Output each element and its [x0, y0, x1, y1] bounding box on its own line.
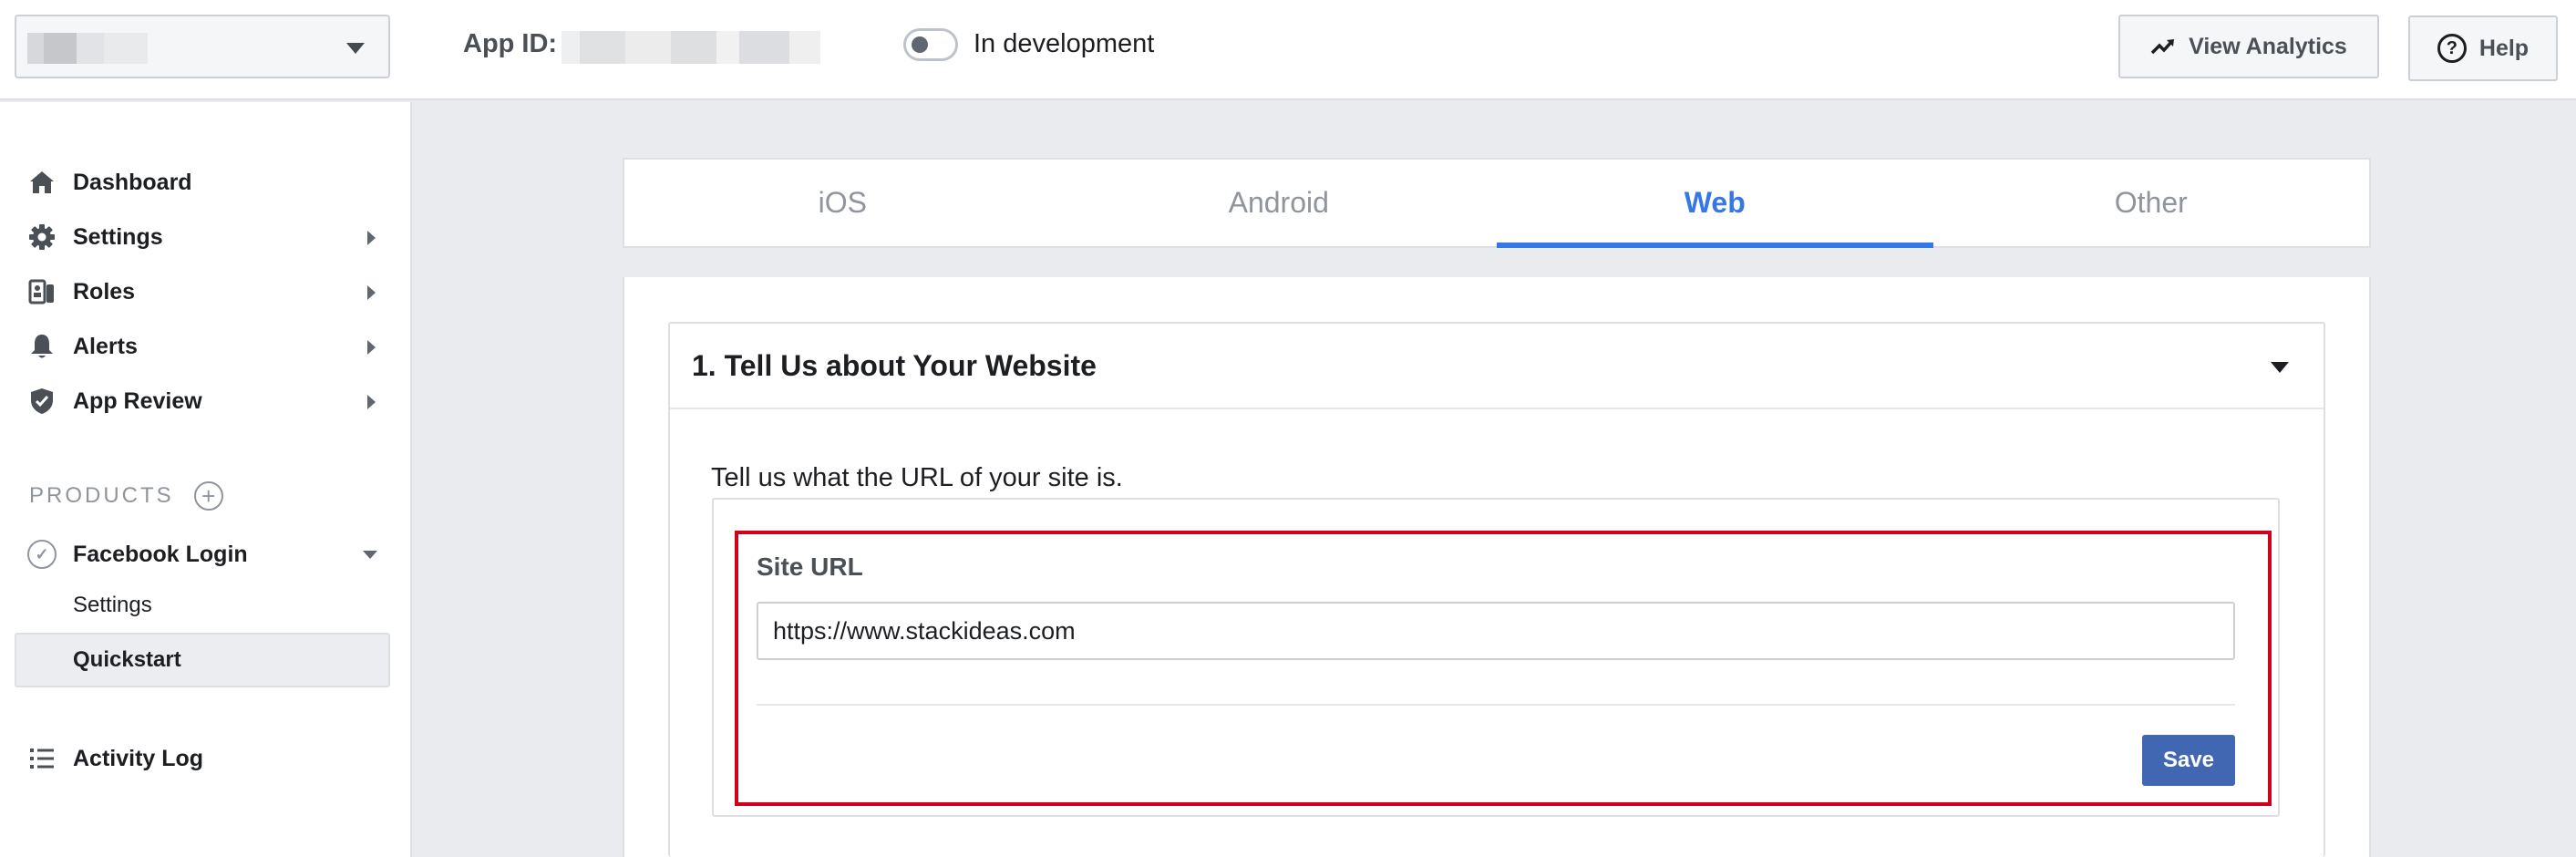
tab-other[interactable]: Other — [1933, 160, 2370, 246]
status-label: In development — [974, 29, 1155, 58]
gear-icon — [27, 222, 57, 252]
highlight-box — [735, 531, 2272, 806]
check-circle-icon: ✓ — [27, 540, 57, 569]
sidebar-item-label: Facebook Login — [73, 541, 248, 567]
sidebar-item-activity-log[interactable]: Activity Log — [27, 738, 385, 779]
tab-web[interactable]: Web — [1497, 160, 1933, 248]
redacted-app-name — [27, 33, 148, 64]
home-icon — [27, 168, 57, 197]
products-label: PRODUCTS — [29, 483, 174, 508]
sidebar-subitem-quickstart-label: Quickstart — [73, 647, 181, 672]
sidebar-item-dashboard[interactable]: Dashboard — [27, 162, 385, 202]
sidebar-item-roles[interactable]: Roles — [27, 272, 385, 312]
section-title: 1. Tell Us about Your Website — [692, 349, 1097, 382]
site-url-input[interactable] — [757, 602, 2235, 660]
app-selector-dropdown[interactable] — [15, 15, 390, 78]
view-analytics-label: View Analytics — [2189, 33, 2347, 59]
chevron-right-icon — [367, 395, 376, 409]
sidebar-subitem-settings[interactable]: Settings — [73, 593, 152, 618]
redacted-app-id — [562, 31, 820, 64]
platform-tabs: iOS Android Web Other — [623, 158, 2371, 248]
sidebar-item-label: App Review — [73, 387, 202, 414]
sidebar-item-label: Alerts — [73, 333, 138, 359]
bell-icon — [27, 332, 57, 361]
section-header[interactable]: 1. Tell Us about Your Website — [670, 324, 2324, 409]
save-button[interactable]: Save — [2142, 735, 2235, 786]
chevron-down-icon[interactable] — [2271, 362, 2289, 373]
sidebar-item-settings[interactable]: Settings — [27, 217, 385, 257]
chevron-right-icon — [367, 340, 376, 355]
sidebar-item-app-review[interactable]: App Review — [27, 381, 385, 421]
sidebar-item-alerts[interactable]: Alerts — [27, 326, 385, 367]
sidebar-item-label: Roles — [73, 278, 136, 305]
sidebar: Dashboard Settings Roles Alerts App Revi… — [0, 102, 412, 857]
top-bar: App ID: In development View Analytics ? … — [0, 0, 2576, 100]
shield-icon — [27, 387, 57, 416]
trending-up-icon — [2150, 39, 2175, 55]
sidebar-subitem-quickstart[interactable] — [15, 633, 390, 687]
development-mode-toggle[interactable] — [903, 28, 958, 61]
app-id-label: App ID: — [463, 29, 558, 58]
chevron-down-icon — [346, 43, 365, 54]
site-url-prompt: Tell us what the URL of your site is. — [711, 463, 1123, 492]
chevron-right-icon — [367, 285, 376, 300]
chevron-right-icon — [367, 231, 376, 245]
chevron-down-icon — [363, 551, 377, 559]
sidebar-item-label: Dashboard — [73, 169, 192, 195]
site-url-label: Site URL — [757, 552, 863, 581]
sidebar-item-label: Settings — [73, 223, 163, 250]
sidebar-item-label: Activity Log — [73, 745, 204, 771]
toggle-knob — [912, 36, 928, 53]
help-icon: ? — [2437, 34, 2467, 63]
list-icon — [27, 744, 57, 773]
divider — [757, 704, 2235, 706]
view-analytics-button[interactable]: View Analytics — [2118, 15, 2379, 78]
help-label: Help — [2478, 35, 2530, 61]
roles-icon — [27, 277, 57, 306]
products-header: PRODUCTS + — [29, 481, 223, 511]
sidebar-item-facebook-login[interactable]: ✓ Facebook Login — [27, 534, 385, 574]
tab-android[interactable]: Android — [1061, 160, 1498, 246]
help-button[interactable]: ? Help — [2408, 15, 2558, 81]
tab-ios[interactable]: iOS — [624, 160, 1061, 246]
add-product-icon[interactable]: + — [193, 481, 223, 511]
